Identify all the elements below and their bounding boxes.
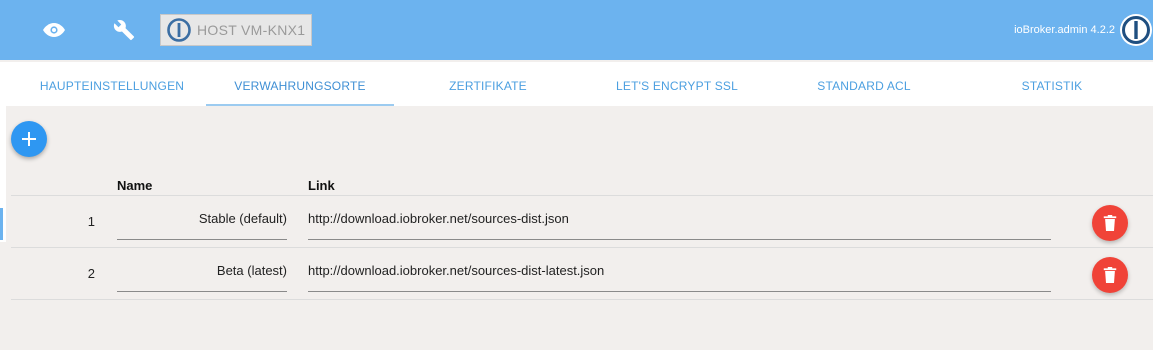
iobroker-logo [167,18,191,42]
repositories-table: Name Link 1 Stable (default) http://down… [11,174,1153,300]
eye-icon[interactable] [38,14,70,46]
trash-icon [1103,215,1117,231]
tab-lets-encrypt-ssl[interactable]: LET'S ENCRYPT SSL [582,62,772,106]
repository-name-field[interactable]: Beta (latest) [117,258,287,292]
column-link-header: Link [308,178,335,193]
table-row: 1 Stable (default) http://download.iobro… [11,196,1153,248]
add-repository-button[interactable] [11,121,47,157]
host-selector[interactable]: HOST VM-KNX1 [160,14,312,46]
admin-version: ioBroker.admin 4.2.2 [1014,24,1115,36]
tab-haupteinstellungen[interactable]: HAUPTEINSTELLUNGEN [6,62,218,106]
repository-link-field[interactable]: http://download.iobroker.net/sources-dis… [308,206,1051,240]
row-index: 1 [87,214,95,229]
host-label: HOST VM-KNX1 [197,22,306,38]
repository-link-field[interactable]: http://download.iobroker.net/sources-dis… [308,258,1051,292]
trash-icon [1103,267,1117,283]
plus-icon [22,132,36,146]
settings-tabs: HAUPTEINSTELLUNGEN VERWAHRUNGSORTE ZERTI… [6,62,1153,106]
repository-name-field[interactable]: Stable (default) [117,206,287,240]
tab-zertifikate[interactable]: ZERTIFIKATE [394,62,582,106]
wrench-icon[interactable] [108,14,140,46]
tab-standard-acl[interactable]: STANDARD ACL [772,62,956,106]
iobroker-logo [1120,14,1152,46]
row-index: 2 [87,266,95,281]
delete-button[interactable] [1092,205,1128,241]
left-edge-marker [0,208,3,240]
delete-button[interactable] [1092,257,1128,293]
table-row: 2 Beta (latest) http://download.iobroker… [11,248,1153,300]
top-app-bar: HOST VM-KNX1 ioBroker.admin 4.2.2 [0,0,1153,60]
column-name-header: Name [117,178,153,193]
table-header: Name Link [11,174,1153,196]
tab-verwahrungsorte[interactable]: VERWAHRUNGSORTE [206,62,394,106]
tab-statistik[interactable]: STATISTIK [956,62,1148,106]
